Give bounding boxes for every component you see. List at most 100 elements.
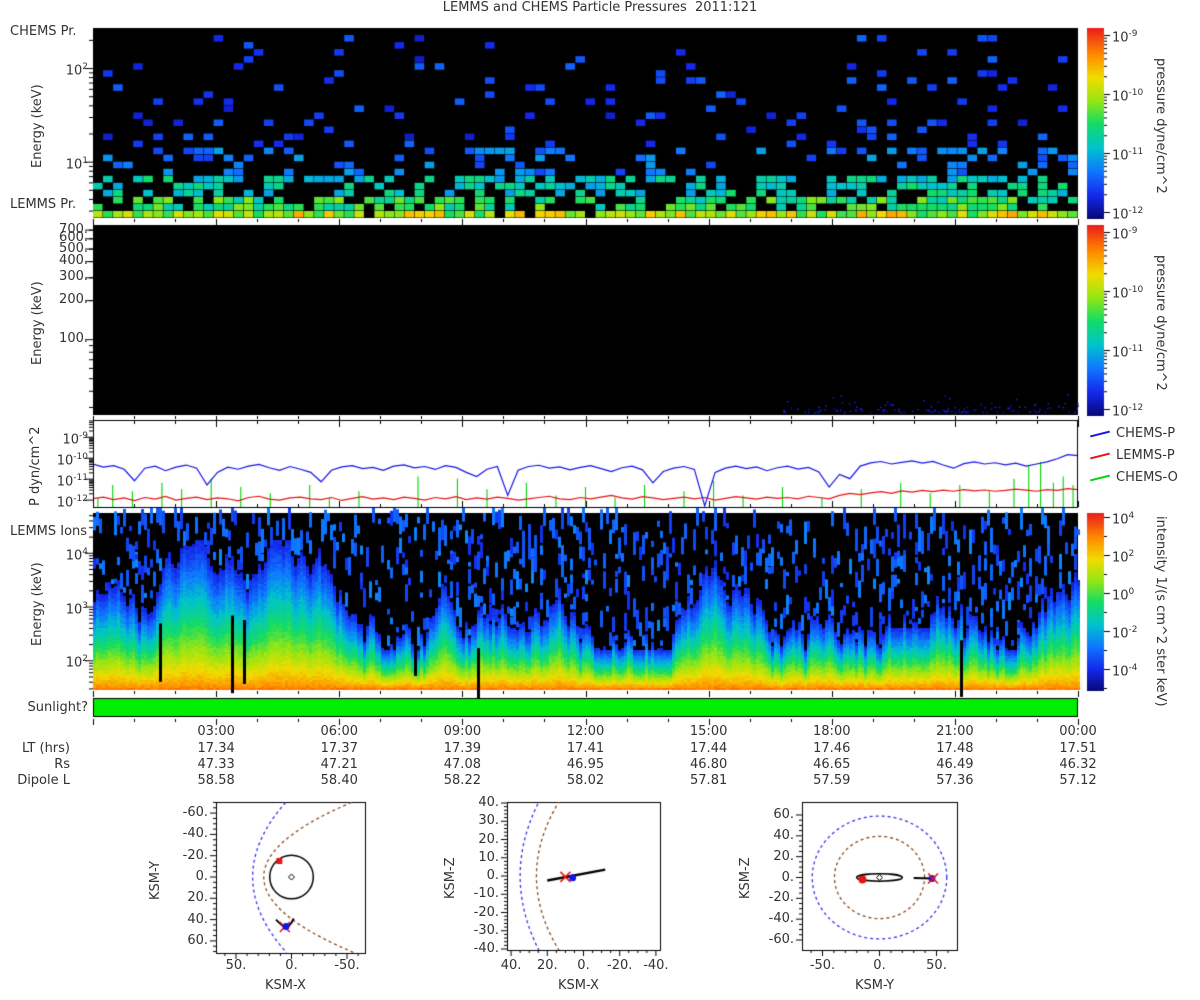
colorbar2-tick-label: 10-12 <box>1112 401 1143 419</box>
y-tick-label-lemms-pr: 100. <box>18 331 88 346</box>
ephemeris-value: 47.08 <box>432 757 492 772</box>
ephemeris-value: 46.32 <box>1048 757 1108 772</box>
orbit-xz-x-tick: -40. <box>631 958 681 973</box>
sunlight-label: Sunlight? <box>0 700 88 715</box>
legend-label-lemms-p: LEMMS-P <box>1116 448 1175 463</box>
orbit-xy-y-tick: -60. <box>160 805 208 820</box>
y-tick-label-pdyn: 10-10 <box>18 450 88 468</box>
orbit-yz-x-tick: -50. <box>798 958 848 973</box>
time-tick-label: 15:00 <box>679 724 739 739</box>
legend-line-chems-p <box>1090 430 1110 437</box>
orbit-xz-y-tick: 10. <box>451 850 499 865</box>
ephemeris-value: 17.34 <box>186 741 246 756</box>
time-tick-label: 18:00 <box>802 724 862 739</box>
orbit-xy-x-tick: -50. <box>322 958 372 973</box>
orbit-yz-y-tick: 20. <box>746 849 794 864</box>
orbit-yz-y-tick: -60. <box>746 932 794 947</box>
orbit-xy-x-tick: 0. <box>267 958 317 973</box>
colorbar-unit-label-3: intensity 1/(s cm^2 ster keV) <box>1153 516 1168 707</box>
colorbar3-tick-label: 10-4 <box>1112 661 1138 679</box>
legend-item-chems-o: CHEMS-O <box>1090 470 1178 485</box>
y-tick-label-chems: 102 <box>18 60 88 78</box>
y-tick-label-lemms-pr: 200. <box>18 292 88 307</box>
orbit-xz-y-tick: 30. <box>451 813 499 828</box>
ephemeris-value: 57.36 <box>925 773 985 788</box>
ephemeris-value: 46.65 <box>802 757 862 772</box>
ephemeris-row-label-lt: LT (hrs) <box>0 741 70 756</box>
orbit-yz-x-tick: 0. <box>855 958 905 973</box>
orbit-xz-y-tick: -20. <box>451 905 499 920</box>
panel-label-chems-pressure: CHEMS Pr. <box>10 24 77 39</box>
orbit-xz-y-tick: 20. <box>451 832 499 847</box>
ephemeris-value: 47.33 <box>186 757 246 772</box>
colorbar1-tick-label: 10-10 <box>1112 86 1143 104</box>
legend-item-chems-p: CHEMS-P <box>1090 426 1175 441</box>
colorbar1-tick-label: 10-11 <box>1112 145 1143 163</box>
y-tick-label-pdyn: 10-11 <box>18 471 88 489</box>
y-tick-label-lemms-pr: 300. <box>18 269 88 284</box>
orbit-xy-xlabel: KSM-X <box>265 978 306 993</box>
orbit-xz-y-tick: 40. <box>451 795 499 810</box>
orbit-yz-y-tick: 40. <box>746 828 794 843</box>
colorbar1-tick-label: 10-12 <box>1112 204 1143 222</box>
colorbar2-tick-label: 10-9 <box>1112 224 1138 242</box>
ephemeris-value: 58.22 <box>432 773 492 788</box>
ephemeris-value: 17.39 <box>432 741 492 756</box>
orbit-xy-y-tick: 20. <box>160 890 208 905</box>
orbit-yz-xlabel: KSM-Y <box>855 978 894 993</box>
ephemeris-value: 46.80 <box>679 757 739 772</box>
y-tick-label-lemms-ions: 102 <box>18 652 88 670</box>
ephemeris-value: 46.95 <box>556 757 616 772</box>
orbit-xz-y-tick: -30. <box>451 923 499 938</box>
panel-label-lemms-ions: LEMMS Ions <box>10 524 87 539</box>
ephemeris-value: 17.41 <box>556 741 616 756</box>
orbit-xz-y-tick: -10. <box>451 886 499 901</box>
ephemeris-value: 47.21 <box>309 757 369 772</box>
colorbar2-tick-label: 10-10 <box>1112 283 1143 301</box>
time-tick-label: 03:00 <box>186 724 246 739</box>
time-tick-label: 12:00 <box>556 724 616 739</box>
orbit-yz-y-tick: 0. <box>746 870 794 885</box>
ephemeris-value: 17.37 <box>309 741 369 756</box>
orbit-xy-y-tick: 0. <box>160 869 208 884</box>
ephemeris-value: 57.12 <box>1048 773 1108 788</box>
figure: LEMMS and CHEMS Particle Pressures 2011:… <box>0 0 1200 1000</box>
orbit-xz-y-tick: -40. <box>451 941 499 956</box>
ephemeris-row-label-dipole: Dipole L <box>0 773 70 788</box>
y-tick-label-lemms-ions: 104 <box>18 545 88 563</box>
orbit-yz-y-tick: -20. <box>746 890 794 905</box>
figure-title: LEMMS and CHEMS Particle Pressures 2011:… <box>0 0 1200 15</box>
ephemeris-value: 17.44 <box>679 741 739 756</box>
ephemeris-value: 17.46 <box>802 741 862 756</box>
legend-label-chems-p: CHEMS-P <box>1116 426 1175 441</box>
colorbar-unit-label-2: pressure dyne/cm^2 <box>1153 255 1168 391</box>
ephemeris-value: 57.81 <box>679 773 739 788</box>
time-tick-label: 06:00 <box>309 724 369 739</box>
colorbar3-tick-label: 104 <box>1112 509 1134 527</box>
orbit-yz-y-tick: -40. <box>746 911 794 926</box>
y-tick-label-lemms-ions: 103 <box>18 599 88 617</box>
colorbar3-tick-label: 102 <box>1112 547 1134 565</box>
ephemeris-row-label-rs: Rs <box>0 757 70 772</box>
orbit-xy-y-tick: -40. <box>160 826 208 841</box>
y-tick-label-pdyn: 10-12 <box>18 492 88 510</box>
orbit-xz-y-tick: 0. <box>451 868 499 883</box>
orbit-yz-x-tick: 50. <box>912 958 962 973</box>
orbit-xy-y-tick: 60. <box>160 933 208 948</box>
legend-label-chems-o: CHEMS-O <box>1116 470 1178 485</box>
ephemeris-value: 58.02 <box>556 773 616 788</box>
time-tick-label: 21:00 <box>925 724 985 739</box>
ephemeris-value: 17.48 <box>925 741 985 756</box>
ephemeris-value: 58.58 <box>186 773 246 788</box>
legend-line-chems-o <box>1090 474 1110 481</box>
orbit-xz-xlabel: KSM-X <box>558 978 599 993</box>
time-tick-label: 00:00 <box>1048 724 1108 739</box>
colorbar-unit-label-1: pressure dyne/cm^2 <box>1153 58 1168 194</box>
ephemeris-value: 57.59 <box>802 773 862 788</box>
ephemeris-value: 17.51 <box>1048 741 1108 756</box>
panel-label-lemms-pressure: LEMMS Pr. <box>10 197 76 212</box>
time-tick-label: 09:00 <box>432 724 492 739</box>
orbit-xy-y-tick: 40. <box>160 912 208 927</box>
colorbar2-tick-label: 10-11 <box>1112 342 1143 360</box>
ephemeris-value: 58.40 <box>309 773 369 788</box>
